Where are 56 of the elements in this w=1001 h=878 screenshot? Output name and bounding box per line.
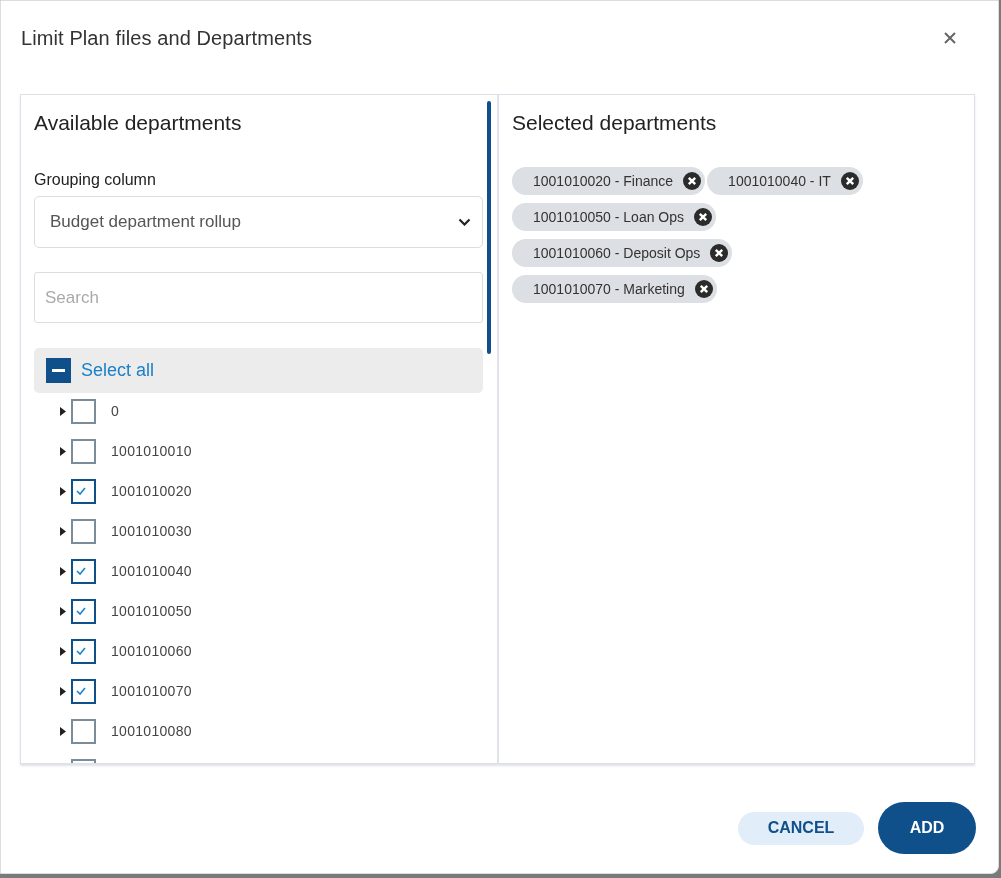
- tree-item-label[interactable]: 1001010030: [111, 523, 192, 539]
- dropdown-value: Budget department rollup: [50, 212, 241, 232]
- tree-item-label[interactable]: 1001010040: [111, 563, 192, 579]
- remove-icon[interactable]: [694, 280, 713, 298]
- checkbox[interactable]: [71, 398, 96, 424]
- expand-arrow-icon[interactable]: [60, 646, 66, 656]
- cancel-button[interactable]: CANCEL: [738, 811, 864, 845]
- tree-item-label[interactable]: 1001010080: [111, 723, 192, 739]
- chip-label: 1001010060 - Deposit Ops: [533, 245, 701, 261]
- expand-arrow-icon[interactable]: [60, 526, 66, 536]
- search-field[interactable]: Search: [34, 272, 483, 323]
- checkbox[interactable]: [71, 518, 96, 544]
- remove-icon[interactable]: [694, 208, 712, 226]
- select-all-link[interactable]: Select all: [81, 360, 155, 381]
- tree-item-label[interactable]: 1001010010: [111, 443, 192, 459]
- tree-item-label[interactable]: 0: [111, 403, 120, 419]
- check-icon: [75, 686, 87, 696]
- tree-item-label[interactable]: 1001010060: [111, 643, 192, 659]
- close-icon: [944, 32, 956, 44]
- tree-item-label[interactable]: 1001010020: [111, 483, 192, 499]
- remove-icon[interactable]: [683, 172, 702, 190]
- scrollbar-thumb[interactable]: [487, 101, 491, 354]
- remove-icon[interactable]: [710, 244, 729, 262]
- checkbox[interactable]: [71, 718, 96, 744]
- expand-arrow-icon[interactable]: [60, 566, 66, 576]
- checkbox[interactable]: [71, 478, 96, 504]
- checkbox[interactable]: [71, 678, 96, 704]
- dialog-title: Limit Plan files and Departments: [21, 26, 313, 50]
- tree-item-label[interactable]: 1001010050: [111, 603, 192, 619]
- grouping-dropdown[interactable]: Budget department rollup: [34, 196, 483, 248]
- select-all-checkbox[interactable]: [46, 358, 71, 383]
- checkbox[interactable]: [71, 598, 96, 624]
- expand-arrow-icon[interactable]: [60, 606, 66, 616]
- checkbox[interactable]: [71, 638, 96, 664]
- expand-arrow-icon[interactable]: [60, 686, 66, 696]
- chevron-down-icon: [458, 218, 471, 226]
- checkbox[interactable]: [71, 438, 96, 464]
- field-label: Grouping column: [34, 171, 157, 189]
- tree-item-label[interactable]: 1001010070: [111, 683, 192, 699]
- chip-label: 1001010020 - Finance: [533, 173, 674, 189]
- check-icon: [75, 486, 87, 496]
- panel-title: Available departments: [34, 111, 243, 135]
- check-icon: [75, 606, 87, 616]
- chip-label: 1001010040 - IT: [728, 173, 831, 189]
- check-icon: [75, 566, 87, 576]
- remove-icon[interactable]: [840, 172, 859, 190]
- checkbox[interactable]: [71, 558, 96, 584]
- expand-arrow-icon[interactable]: [60, 446, 66, 456]
- add-button[interactable]: ADD: [878, 802, 976, 854]
- expand-arrow-icon[interactable]: [60, 486, 66, 496]
- expand-arrow-icon[interactable]: [60, 726, 66, 736]
- chip-label: 1001010070 - Marketing: [533, 281, 685, 297]
- chip-label: 1001010050 - Loan Ops: [533, 209, 684, 225]
- check-icon: [75, 646, 87, 656]
- expand-arrow-icon[interactable]: [60, 406, 66, 416]
- panel-title: Selected departments: [512, 111, 718, 135]
